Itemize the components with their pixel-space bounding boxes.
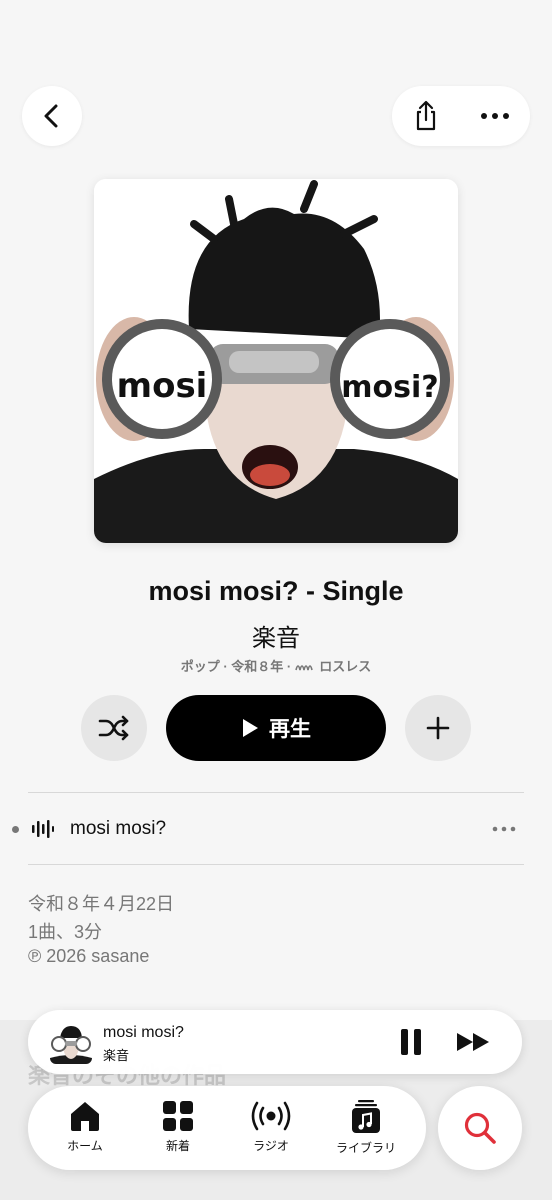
ellipsis-icon [481,113,509,119]
grid-icon [163,1101,193,1131]
ellipsis-icon [492,826,516,832]
divider-bottom [28,864,524,865]
meta-genre-year: ポップ · 令和８年 · [180,659,292,674]
shuffle-icon [98,715,129,741]
home-icon [71,1102,99,1131]
divider-top [28,792,524,793]
track-row[interactable]: mosi mosi? [0,800,552,858]
track-more-button[interactable] [492,826,516,832]
waveform-icon [32,820,54,838]
tab-home-label: ホーム [67,1139,103,1153]
tab-radio[interactable]: ラジオ [231,1100,311,1160]
share-button[interactable] [412,100,440,132]
track-title: mosi mosi? [70,818,167,839]
more-button[interactable] [480,112,510,120]
play-icon [243,719,258,737]
plus-icon [426,716,450,740]
add-button[interactable] [405,695,471,761]
pause-icon [401,1029,421,1055]
tab-home[interactable]: ホーム [45,1100,125,1160]
album-artwork: mosi mosi? [94,179,458,543]
tab-library-label: ライブラリ [335,1141,396,1155]
album-title: mosi mosi? - Single [148,576,404,606]
back-button[interactable] [22,86,82,146]
search-button[interactable] [438,1086,522,1170]
pause-button[interactable] [400,1028,422,1056]
album-meta: ポップ · 令和８年 · ロスレス [0,656,552,675]
artwork-lettering-left: mosi [117,366,208,406]
tab-radio-label: ラジオ [253,1139,289,1153]
share-icon [416,100,436,131]
tab-new-label: 新着 [165,1139,190,1153]
mini-player-artist: 楽音 [103,1048,130,1063]
top-actions [392,86,530,146]
lossless-icon [295,664,314,670]
skip-forward-button[interactable] [456,1032,492,1052]
track-summary: 1曲、3分 [28,922,103,942]
meta-lossless: ロスレス [319,659,372,674]
radio-icon [251,1101,291,1131]
release-date: 令和８年４月22日 [28,894,175,914]
library-icon [352,1100,380,1133]
artwork-lettering-right: mosi? [341,370,438,405]
play-button[interactable]: 再生 [166,695,386,761]
copyright: ℗ 2026 sasane [28,946,150,966]
mini-player[interactable]: mosi mosi? 楽音 [28,1010,522,1074]
shuffle-button[interactable] [81,695,147,761]
search-icon [464,1112,496,1144]
forward-icon [457,1033,489,1051]
album-artist[interactable]: 楽音 [0,618,552,653]
now-playing-dot [12,826,19,833]
tab-new[interactable]: 新着 [138,1100,218,1160]
mini-player-artwork [50,1022,92,1064]
chevron-left-icon [44,104,58,128]
tab-library[interactable]: ライブラリ [326,1100,406,1160]
mini-player-title: mosi mosi? [103,1024,184,1041]
play-label: 再生 [269,718,311,741]
tab-bar: ホーム 新着 ラジオ ライブラリ [28,1086,426,1170]
